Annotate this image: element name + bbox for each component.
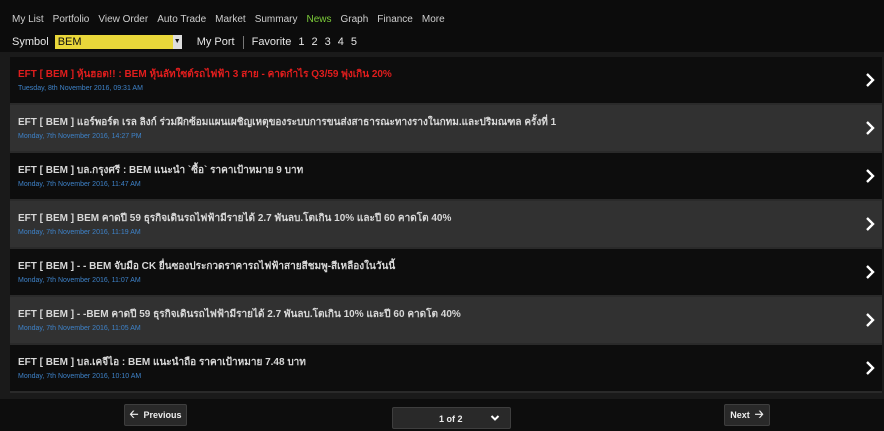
divider xyxy=(242,35,244,49)
news-date: Monday, 7th November 2016, 11:19 AM xyxy=(18,229,141,236)
page-select[interactable]: 1 of 2 xyxy=(392,407,511,429)
chevron-right-icon[interactable] xyxy=(864,215,876,233)
chevron-right-icon[interactable] xyxy=(864,119,876,137)
menu-news[interactable]: News xyxy=(306,14,331,25)
news-date: Monday, 7th November 2016, 10:10 AM xyxy=(18,373,142,380)
news-title: EFT [ BEM ] - -BEM คาดปี 59 ธุรกิจเดินรถ… xyxy=(18,309,461,320)
news-item[interactable]: EFT [ BEM ] หุ้นฮอต!! : BEM หุ้นลัทใซต์ร… xyxy=(10,57,882,105)
chevron-right-icon[interactable] xyxy=(864,167,876,185)
news-title: EFT [ BEM ] หุ้นฮอต!! : BEM หุ้นลัทใซต์ร… xyxy=(18,69,392,80)
news-title: EFT [ BEM ] บล.กรุงศรี : BEM แนะนำ `ซื้อ… xyxy=(18,165,304,176)
chevron-right-icon[interactable] xyxy=(864,359,876,377)
menu-view-order[interactable]: View Order xyxy=(98,14,148,25)
favorite-tab-4[interactable]: 4 xyxy=(338,36,344,48)
chevron-right-icon[interactable] xyxy=(864,71,876,89)
arrow-right-icon: 🡢 xyxy=(754,408,764,421)
favorite-label: Favorite xyxy=(251,36,292,48)
menu-finance[interactable]: Finance xyxy=(377,14,413,25)
news-item[interactable]: EFT [ BEM ] แอร์พอร์ต เรล ลิงก์ ร่วมฝึกซ… xyxy=(10,105,882,153)
news-date: Monday, 7th November 2016, 11:05 AM xyxy=(18,325,141,332)
favorite-tabs: 1 2 3 4 5 xyxy=(298,36,357,48)
news-item[interactable]: EFT [ BEM ] - -BEM คาดปี 59 ธุรกิจเดินรถ… xyxy=(10,297,882,345)
news-item[interactable]: EFT [ BEM ] บล.เคจีไอ : BEM แนะนำถือ ราค… xyxy=(10,345,882,393)
symbol-select[interactable]: BEM ▼ xyxy=(54,35,182,49)
news-date: Monday, 7th November 2016, 14:27 PM xyxy=(18,133,142,140)
page-indicator: 1 of 2 xyxy=(439,414,463,424)
symbol-toolbar: Symbol BEM ▼ My Port Favorite 1 2 3 4 5 xyxy=(12,33,357,51)
news-date: Monday, 7th November 2016, 11:07 AM xyxy=(18,277,141,284)
my-port-link[interactable]: My Port xyxy=(197,36,235,48)
menu-summary[interactable]: Summary xyxy=(255,14,298,25)
symbol-value: BEM xyxy=(57,36,82,48)
news-title: EFT [ BEM ] บล.เคจีไอ : BEM แนะนำถือ ราค… xyxy=(18,357,306,368)
favorite-tab-5[interactable]: 5 xyxy=(351,36,357,48)
pagination-bar: 🡠 Previous 1 of 2 Next 🡢 xyxy=(0,399,884,431)
news-item[interactable]: EFT [ BEM ] - - BEM จับมือ CK ยื่นซองประ… xyxy=(10,249,882,297)
favorite-tab-3[interactable]: 3 xyxy=(325,36,331,48)
news-list: EFT [ BEM ] หุ้นฮอต!! : BEM หุ้นลัทใซต์ร… xyxy=(10,57,882,393)
next-button[interactable]: Next 🡢 xyxy=(724,404,770,426)
favorite-tab-1[interactable]: 1 xyxy=(298,36,304,48)
menu-graph[interactable]: Graph xyxy=(341,14,369,25)
news-date: Monday, 7th November 2016, 11:47 AM xyxy=(18,181,141,188)
main-menu: My List Portfolio View Order Auto Trade … xyxy=(12,14,454,25)
menu-auto-trade[interactable]: Auto Trade xyxy=(157,14,206,25)
symbol-label: Symbol xyxy=(12,36,49,48)
chevron-right-icon[interactable] xyxy=(864,311,876,329)
arrow-left-icon: 🡠 xyxy=(129,408,139,421)
menu-my-list[interactable]: My List xyxy=(12,14,44,25)
next-label: Next xyxy=(730,410,750,420)
news-item[interactable]: EFT [ BEM ] บล.กรุงศรี : BEM แนะนำ `ซื้อ… xyxy=(10,153,882,201)
favorite-tab-2[interactable]: 2 xyxy=(311,36,317,48)
news-title: EFT [ BEM ] - - BEM จับมือ CK ยื่นซองประ… xyxy=(18,261,396,272)
previous-label: Previous xyxy=(143,410,182,420)
news-title: EFT [ BEM ] แอร์พอร์ต เรล ลิงก์ ร่วมฝึกซ… xyxy=(18,117,557,128)
menu-market[interactable]: Market xyxy=(215,14,246,25)
news-item[interactable]: EFT [ BEM ] BEM คาดปี 59 ธุรกิจเดินรถไฟฟ… xyxy=(10,201,882,249)
dropdown-arrow-icon[interactable]: ▼ xyxy=(172,35,182,49)
chevron-right-icon[interactable] xyxy=(864,263,876,281)
menu-more[interactable]: More xyxy=(422,14,445,25)
news-date: Tuesday, 8th November 2016, 09:31 AM xyxy=(18,85,143,92)
previous-button[interactable]: 🡠 Previous xyxy=(124,404,187,426)
news-title: EFT [ BEM ] BEM คาดปี 59 ธุรกิจเดินรถไฟฟ… xyxy=(18,213,452,224)
chevron-down-icon xyxy=(490,415,500,421)
top-navigation: My List Portfolio View Order Auto Trade … xyxy=(0,0,884,52)
menu-portfolio[interactable]: Portfolio xyxy=(53,14,90,25)
